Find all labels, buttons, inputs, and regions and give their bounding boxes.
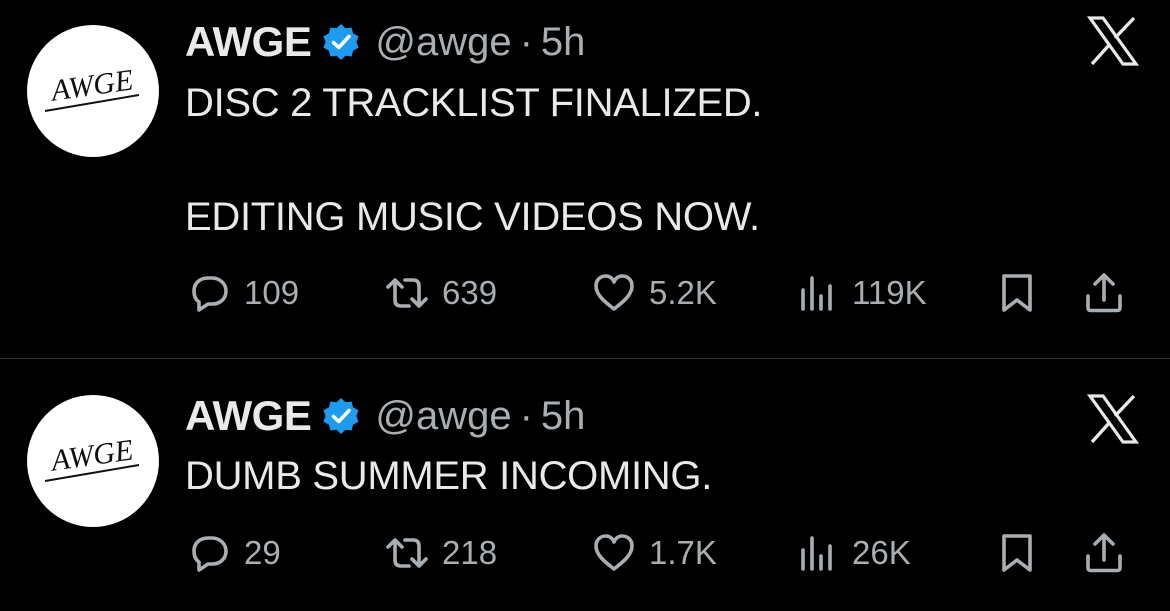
action-bar: 29 218 1.7K 26K: [186, 528, 1136, 578]
handle[interactable]: @awge: [375, 394, 511, 439]
reply-button[interactable]: 109: [186, 268, 299, 318]
like-icon: [591, 270, 637, 316]
share-icon: [1081, 530, 1127, 576]
retweet-count: 639: [442, 274, 498, 311]
timestamp[interactable]: 5h: [541, 20, 586, 65]
bookmark-button[interactable]: [994, 528, 1040, 578]
tweet-text: DUMB SUMMER INCOMING.: [185, 454, 713, 498]
handle[interactable]: @awge: [375, 20, 511, 65]
bookmark-icon: [994, 530, 1040, 576]
display-name[interactable]: AWGE: [185, 18, 312, 66]
reply-button[interactable]: 29: [186, 528, 281, 578]
retweet-count: 218: [442, 534, 498, 571]
display-name[interactable]: AWGE: [185, 392, 312, 440]
retweet-icon: [384, 270, 430, 316]
like-icon: [591, 530, 637, 576]
reply-icon: [186, 270, 232, 316]
like-button[interactable]: 5.2K: [591, 268, 717, 318]
x-logo-icon[interactable]: [1086, 392, 1140, 446]
views-button[interactable]: 26K: [794, 528, 911, 578]
reply-count: 29: [244, 534, 281, 571]
views-icon: [794, 270, 840, 316]
svg-text:AWGE: AWGE: [47, 63, 135, 107]
bookmark-button[interactable]: [994, 268, 1040, 318]
views-button[interactable]: 119K: [794, 268, 927, 318]
views-icon: [794, 530, 840, 576]
retweet-button[interactable]: 639: [384, 268, 497, 318]
tweet-header: AWGE @awge · 5h: [185, 18, 585, 66]
like-count: 1.7K: [649, 534, 717, 571]
separator-dot: ·: [519, 19, 533, 64]
share-icon: [1081, 270, 1127, 316]
tweet-text: DISC 2 TRACKLIST FINALIZED. EDITING MUSI…: [185, 81, 763, 239]
separator-dot: ·: [519, 393, 533, 438]
svg-text:AWGE: AWGE: [47, 433, 135, 477]
retweet-button[interactable]: 218: [384, 528, 497, 578]
retweet-icon: [384, 530, 430, 576]
bookmark-icon: [994, 270, 1040, 316]
share-button[interactable]: [1081, 268, 1127, 318]
like-count: 5.2K: [649, 274, 717, 311]
views-count: 119K: [852, 274, 927, 311]
share-button[interactable]: [1081, 528, 1127, 578]
timestamp[interactable]: 5h: [541, 394, 586, 439]
views-count: 26K: [852, 534, 911, 571]
tweet-header: AWGE @awge · 5h: [185, 392, 585, 440]
avatar[interactable]: AWGE: [27, 395, 159, 527]
avatar[interactable]: AWGE: [27, 25, 159, 157]
like-button[interactable]: 1.7K: [591, 528, 717, 578]
tweet[interactable]: AWGE AWGE @awge · 5h DISC 2 TRACKLIST FI…: [0, 0, 1170, 358]
verified-badge-icon: [321, 22, 361, 62]
reply-count: 109: [244, 274, 300, 311]
reply-icon: [186, 530, 232, 576]
tweet[interactable]: AWGE AWGE @awge · 5h DUMB SUMMER INCOMIN…: [0, 359, 1170, 611]
verified-badge-icon: [321, 396, 361, 436]
action-bar: 109 639 5.2K 119K: [186, 268, 1136, 318]
x-logo-icon[interactable]: [1086, 14, 1140, 68]
